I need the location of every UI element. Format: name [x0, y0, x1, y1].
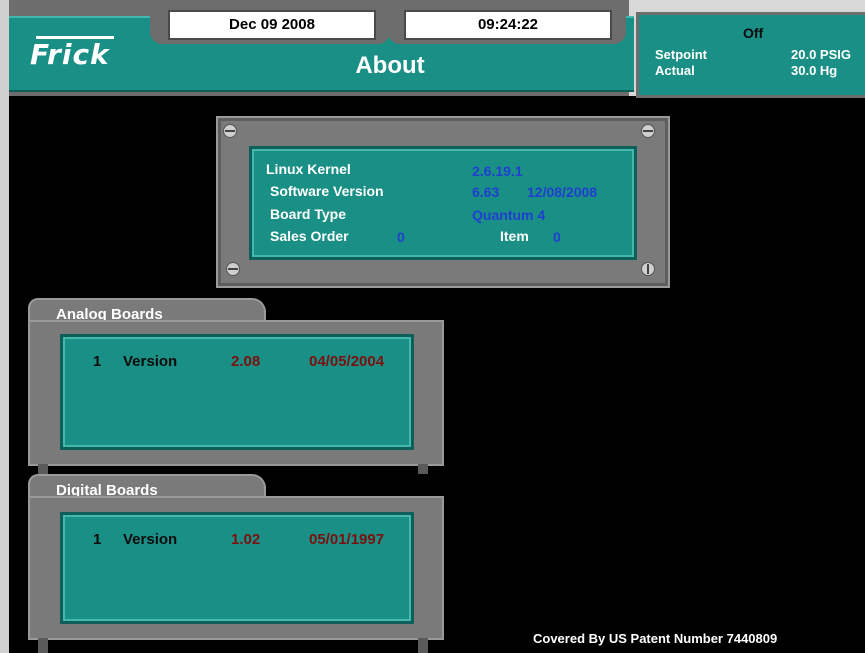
linux-kernel-value: 2.6.19.1 [472, 163, 523, 179]
board-number: 1 [93, 353, 102, 370]
version-label: Version [123, 353, 178, 370]
about-info-screen: Linux Kernel 2.6.19.1 Software Version 6… [249, 146, 637, 260]
linux-kernel-label: Linux Kernel [266, 161, 351, 177]
sales-order-value: 0 [397, 229, 405, 245]
panel-leg [418, 464, 428, 474]
patent-notice: Covered By US Patent Number 7440809 [533, 631, 778, 646]
screw-icon [223, 124, 237, 138]
run-state: Off [743, 25, 764, 41]
screw-icon [641, 124, 655, 138]
screw-icon [641, 262, 655, 276]
panel-leg [418, 638, 428, 653]
item-value: 0 [553, 229, 561, 245]
board-number: 1 [93, 531, 102, 548]
digital-boards-screen: 1 Version 1.02 05/01/1997 [60, 512, 414, 624]
panel-leg [38, 638, 48, 653]
panel-leg [38, 464, 48, 474]
actual-label: Actual [655, 63, 695, 78]
screw-icon [226, 262, 240, 276]
setpoint-label: Setpoint [655, 47, 707, 62]
version-label: Version [123, 531, 178, 548]
software-version-label: Software Version [270, 183, 384, 199]
left-edge [0, 0, 9, 653]
digital-boards-panel: 1 Version 1.02 05/01/1997 [28, 496, 444, 640]
board-type-value: Quantum 4 [472, 207, 546, 223]
frick-logo: Frick [30, 38, 110, 71]
status-panel: Off Setpoint 20.0 PSIG Actual 30.0 Hg [636, 12, 865, 98]
setpoint-value: 20.0 PSIG [791, 47, 851, 62]
sales-order-label: Sales Order [270, 228, 349, 244]
actual-value: 30.0 Hg [791, 63, 838, 78]
software-version-date: 12/08/2008 [527, 184, 598, 200]
date-display: Dec 09 2008 [168, 10, 376, 40]
version-date: 04/05/2004 [309, 353, 385, 370]
software-version-value: 6.63 [472, 184, 500, 200]
page-title: About [355, 52, 425, 79]
board-type-label: Board Type [270, 206, 346, 222]
item-label: Item [500, 228, 529, 244]
version-value: 2.08 [231, 353, 261, 370]
analog-boards-screen: 1 Version 2.08 04/05/2004 [60, 334, 414, 450]
version-value: 1.02 [231, 531, 261, 548]
time-display: 09:24:22 [404, 10, 612, 40]
version-date: 05/01/1997 [309, 531, 385, 548]
analog-boards-panel: 1 Version 2.08 04/05/2004 [28, 320, 444, 466]
